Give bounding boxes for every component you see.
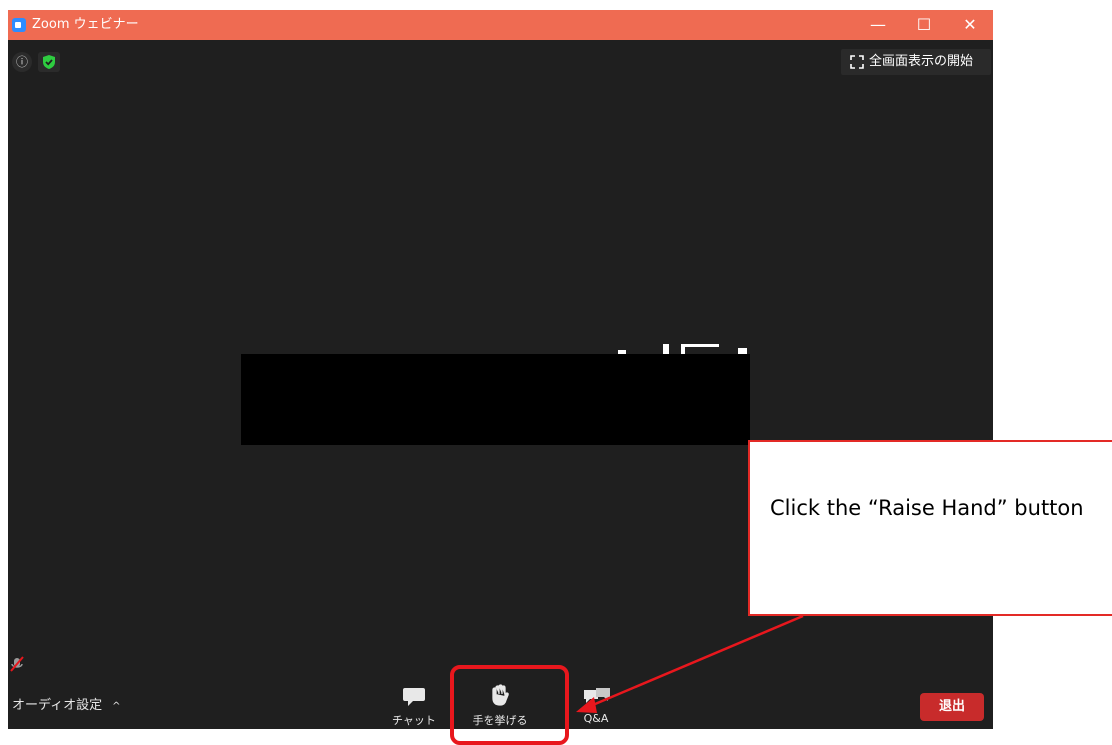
raise-hand-highlight-box [450,665,569,745]
leave-button[interactable]: 退出 [920,693,984,721]
qa-bubbles-icon [584,688,610,703]
fullscreen-label: 全画面表示の開始 [869,54,974,69]
callout-text: Click the “Raise Hand” button [770,496,1084,520]
info-icon[interactable]: ⓘ [12,52,32,72]
zoom-camera-icon [12,18,26,32]
maximize-button[interactable]: ☐ [901,10,947,40]
qa-button[interactable]: Q&A [574,684,618,729]
window-title: Zoom ウェビナー [32,17,139,32]
mic-muted-icon[interactable] [10,656,24,672]
enter-fullscreen-button[interactable]: 全画面表示の開始 [841,49,991,75]
title-bar: Zoom ウェビナー — ☐ ✕ [8,10,993,40]
minimize-button[interactable]: — [855,10,901,40]
audio-settings-label: オーディオ設定 [12,698,103,713]
audio-settings-button[interactable]: オーディオ設定 ^ [12,697,120,716]
redacted-content-area [241,354,750,445]
qa-label: Q&A [583,712,609,725]
fullscreen-corners-icon [850,55,864,69]
zoom-webinar-window: Zoom ウェビナー — ☐ ✕ ⓘ 全画面表示の開始 オーディオ設定 ^ チャ… [8,10,993,729]
chevron-up-icon[interactable]: ^ [112,701,120,712]
chat-button[interactable]: チャット [390,684,438,729]
close-button[interactable]: ✕ [947,10,993,40]
chat-label: チャット [392,714,436,727]
shield-check-icon[interactable] [38,52,60,72]
annotation-callout: Click the “Raise Hand” button [748,440,1112,616]
chat-bubble-icon [403,688,425,706]
